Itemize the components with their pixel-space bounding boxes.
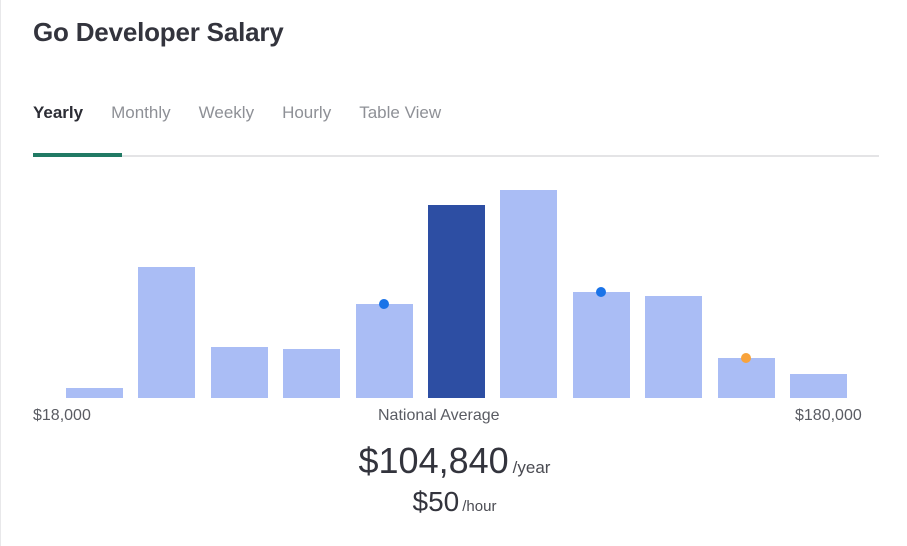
chart-bar[interactable] — [790, 374, 847, 398]
tab-underline-track — [33, 155, 879, 157]
chart-bar-slot[interactable] — [500, 190, 558, 398]
hourly-salary-unit: /hour — [462, 498, 497, 515]
blue-marker-dot-icon — [379, 299, 390, 310]
chart-bar[interactable] — [210, 346, 268, 398]
tabs-row: Yearly Monthly Weekly Hourly Table View — [33, 103, 441, 141]
chart-bar-slot[interactable] — [645, 295, 703, 398]
hourly-salary-amount: $50 — [412, 486, 460, 517]
yearly-salary-unit: /year — [512, 458, 551, 477]
yearly-salary-row: $104,840/year — [1, 440, 907, 482]
chart-bar-slot[interactable] — [66, 388, 123, 398]
page-title: Go Developer Salary — [33, 17, 284, 47]
salary-summary: $104,840/year $50/hour — [1, 440, 907, 518]
salary-card: Go Developer Salary Yearly Monthly Weekly H… — [0, 0, 907, 546]
tab-hourly[interactable]: Hourly — [282, 103, 331, 123]
chart-bar-national-average[interactable] — [428, 205, 485, 398]
chart-bar-slot[interactable] — [572, 287, 630, 398]
chart-bar-slot[interactable] — [355, 299, 413, 398]
yearly-salary-amount: $104,840 — [358, 440, 509, 481]
chart-bar[interactable] — [66, 388, 123, 398]
chart-plot-area — [66, 190, 847, 398]
chart-bar[interactable] — [355, 304, 413, 398]
chart-bar-slot[interactable] — [790, 374, 847, 398]
chart-bar-slot[interactable] — [717, 352, 775, 398]
tab-active-underline — [33, 153, 122, 157]
orange-marker-dot-icon — [741, 352, 752, 363]
blue-marker-dot-icon — [596, 287, 607, 298]
axis-min-label: $18,000 — [33, 407, 91, 424]
chart-bar-slot[interactable] — [210, 346, 268, 398]
tab-table-view[interactable]: Table View — [359, 103, 441, 123]
chart-bar-slot[interactable] — [283, 349, 341, 398]
tab-bar: Yearly Monthly Weekly Hourly Table View — [33, 103, 879, 159]
chart-bar[interactable] — [138, 267, 196, 398]
chart-bar[interactable] — [645, 295, 703, 398]
chart-bar-slot[interactable] — [428, 205, 485, 398]
chart-bar[interactable] — [572, 292, 630, 398]
tab-monthly[interactable]: Monthly — [111, 103, 171, 123]
chart-bar-slot[interactable] — [138, 267, 196, 398]
hourly-salary-row: $50/hour — [1, 486, 907, 518]
chart-bar[interactable] — [717, 357, 775, 398]
tab-yearly[interactable]: Yearly — [33, 103, 83, 123]
axis-national-average-label: National Average — [378, 407, 500, 424]
axis-max-label: $180,000 — [795, 407, 862, 424]
chart-bar[interactable] — [500, 190, 558, 398]
chart-bar[interactable] — [283, 349, 341, 398]
tab-weekly[interactable]: Weekly — [199, 103, 254, 123]
